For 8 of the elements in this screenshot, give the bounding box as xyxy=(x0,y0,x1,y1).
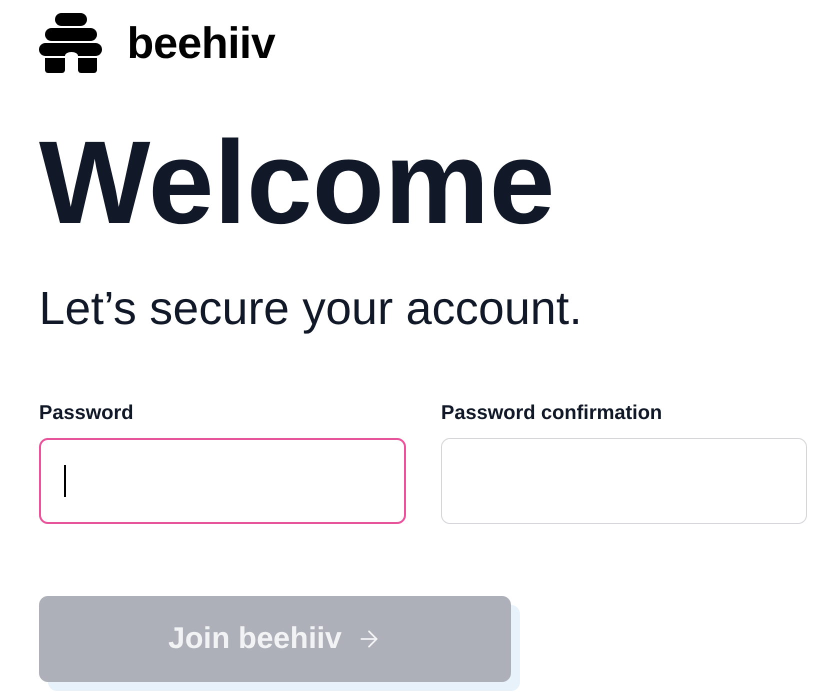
field-label: Password confirmation xyxy=(441,400,662,426)
text-cursor-icon xyxy=(64,464,66,497)
subtitle: Let’s secure your account. xyxy=(39,285,582,332)
heading: Welcome xyxy=(39,124,555,242)
beehive-icon xyxy=(39,13,102,74)
field-label: Password xyxy=(39,400,134,426)
logo-text: beehiiv xyxy=(127,22,276,66)
input-field[interactable] xyxy=(39,438,406,524)
